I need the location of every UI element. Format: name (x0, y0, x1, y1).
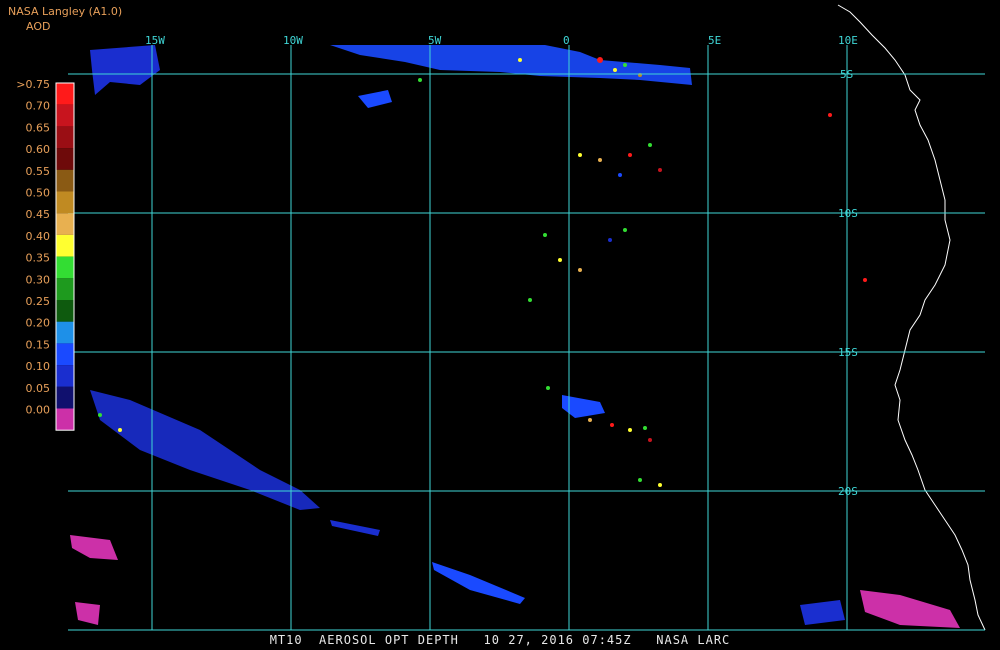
legend-label: 0.55 (26, 165, 51, 178)
legend-swatch (56, 83, 74, 105)
legend-swatch (56, 213, 74, 235)
legend-label: 0.35 (26, 252, 51, 265)
legend-label: 0.10 (26, 360, 51, 373)
legend-swatch (56, 408, 74, 431)
legend-label: 0.65 (26, 121, 51, 134)
legend-label: 0.20 (26, 317, 51, 330)
aod-patch-north-band (330, 45, 692, 85)
legend-swatch (56, 256, 74, 279)
aod-patch-low-sw2 (75, 602, 100, 625)
legend-label: 0.00 (26, 404, 51, 417)
lon-label-5e: 5E (708, 34, 721, 47)
legend-label: >0.75 (16, 78, 50, 91)
legend-swatch (56, 386, 74, 409)
aod-patch-low-se (860, 590, 960, 628)
legend-swatch (56, 234, 74, 257)
legend-label: 0.05 (26, 382, 51, 395)
lat-label-10s: 10S (838, 207, 858, 220)
legend-swatch (56, 169, 74, 192)
aod-patch-low-se2 (800, 600, 845, 625)
lon-label-0: 0 (563, 34, 570, 47)
aerosol-patches (70, 45, 960, 628)
aod-patch-low-sw (70, 535, 118, 560)
legend-swatch (56, 278, 74, 300)
legend-swatch (56, 191, 74, 214)
aod-patch-blob-a (358, 90, 392, 108)
aod-patch-central (562, 395, 605, 418)
lat-label-20s: 20S (838, 485, 858, 498)
aod-patch-south-strip (330, 520, 380, 536)
legend-swatch (56, 300, 74, 322)
lat-label-5s: 5S (840, 68, 853, 81)
legend-swatch (56, 126, 74, 149)
graticule (68, 45, 985, 631)
aod-patch-southeast-band (432, 562, 525, 604)
legend-label: 0.70 (26, 100, 51, 113)
coastline (837, 4, 986, 631)
lon-label-15w: 15W (145, 34, 165, 47)
legend-swatch (56, 321, 74, 344)
aod-speckles (98, 57, 867, 487)
aod-patch-northwest (90, 45, 160, 95)
lon-label-10e: 10E (838, 34, 858, 47)
aod-patch-diagonal-band (90, 390, 320, 510)
aod-legend: >0.75 0.70 0.65 0.60 0.55 0.50 0.45 0.40 0.35 0.3… (16, 78, 75, 431)
legend-swatch (56, 148, 74, 170)
legend-label: 0.60 (26, 143, 51, 156)
lon-label-10w: 10W (283, 34, 303, 47)
legend-swatch (56, 104, 74, 127)
legend-label: 0.30 (26, 273, 51, 286)
legend-label: 0.15 (26, 338, 51, 351)
legend-label: 0.45 (26, 208, 51, 221)
legend-swatch (56, 365, 74, 387)
legend-label: 0.50 (26, 187, 51, 200)
legend-label: 0.40 (26, 230, 51, 243)
legend-label: 0.25 (26, 295, 51, 308)
lon-label-5w: 5W (428, 34, 442, 47)
legend-swatch (56, 343, 74, 366)
aod-map: 15W 10W 5W 0 5E 10E 5S 10S 15S 20S >0.75… (16, 4, 986, 631)
lat-label-15s: 15S (838, 346, 858, 359)
grid-labels: 15W 10W 5W 0 5E 10E 5S 10S 15S 20S (145, 34, 858, 498)
footer-caption: MT10 AEROSOL OPT DEPTH 10 27, 2016 07:45… (269, 633, 731, 647)
